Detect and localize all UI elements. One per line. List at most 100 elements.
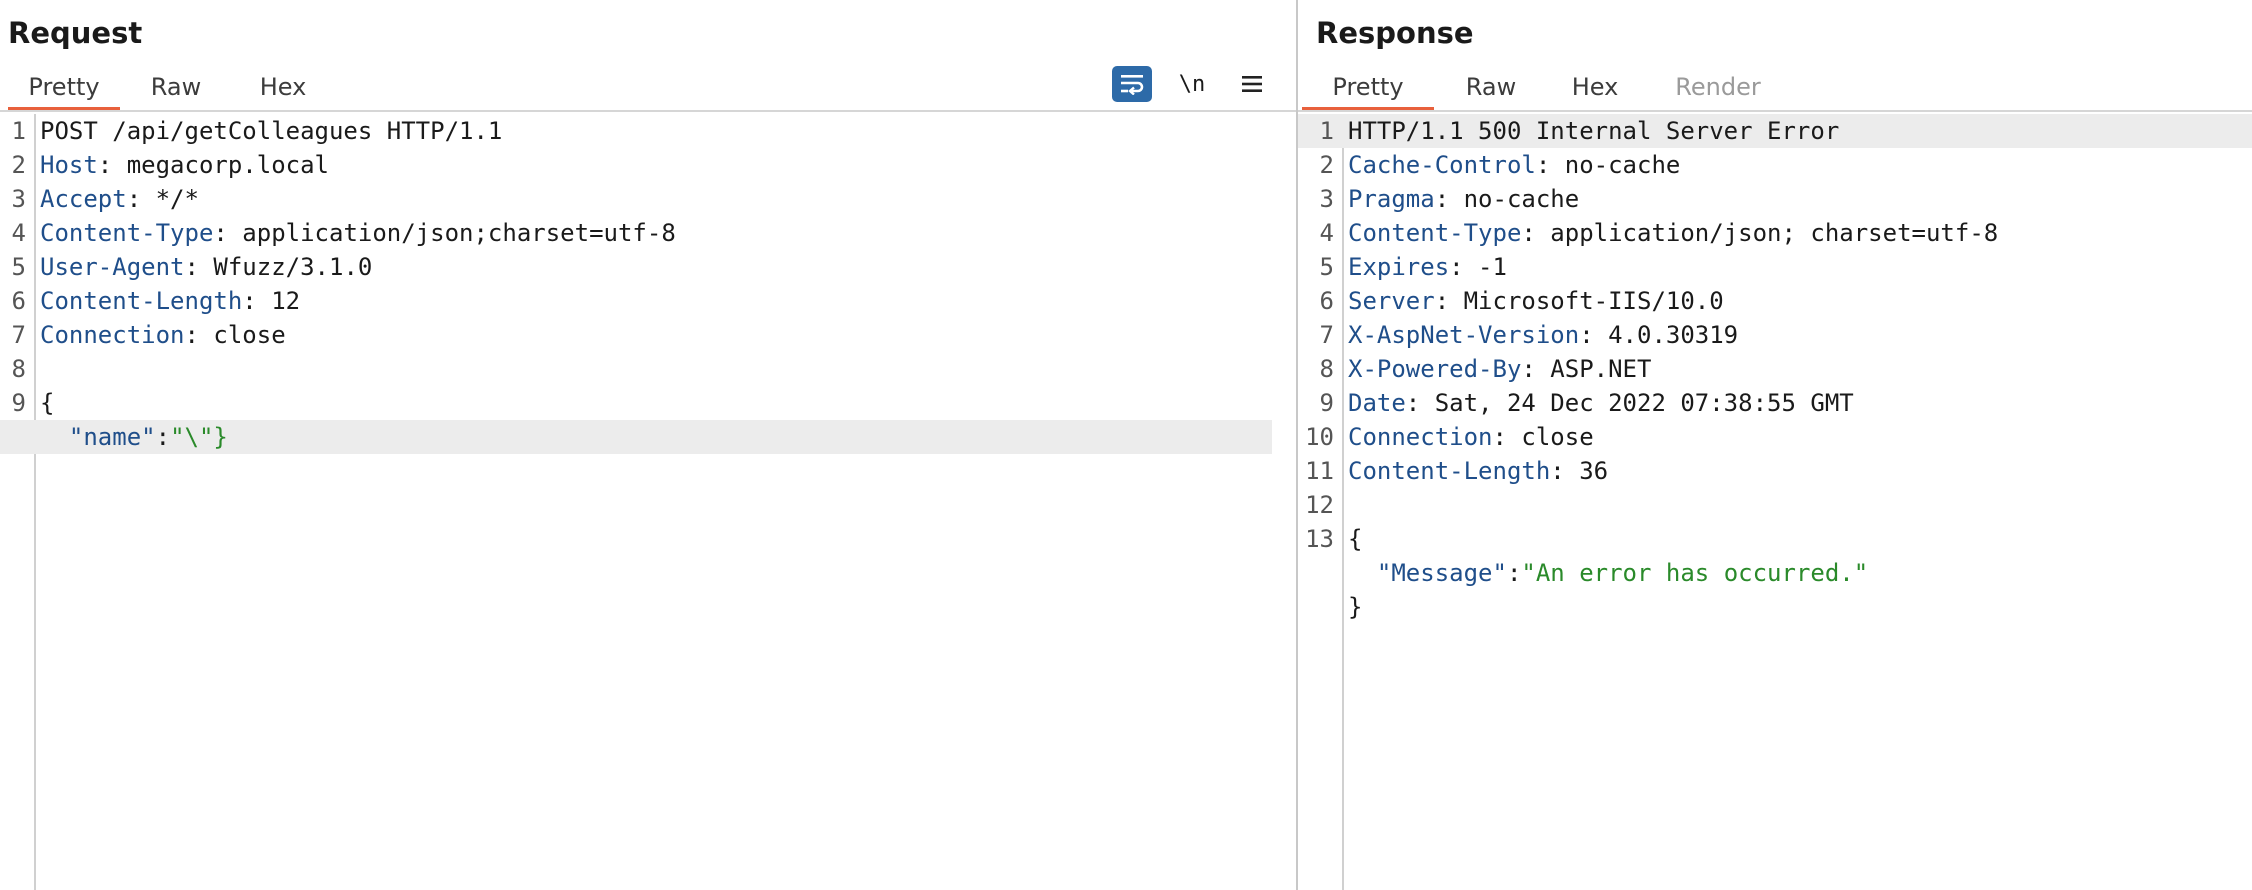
response-line: "Message":"An error has occurred.": [1298, 556, 2252, 590]
header-value: Sat, 24 Dec 2022 07:38:55 GMT: [1420, 389, 1854, 417]
request-line: 8: [0, 352, 1296, 386]
header-name: Accept: [40, 185, 127, 213]
line-number: 2: [11, 151, 26, 179]
response-line: 9 Date: Sat, 24 Dec 2022 07:38:55 GMT: [1298, 386, 2252, 420]
word-wrap-button[interactable]: [1112, 66, 1152, 102]
response-line: }: [1298, 590, 2252, 624]
line-number: 6: [1319, 287, 1334, 315]
response-line: 10 Connection: close: [1298, 420, 2252, 454]
header-name: X-Powered-By: [1348, 355, 1522, 383]
request-toolbar: \n: [1112, 64, 1272, 104]
header-name: User-Agent: [40, 253, 185, 281]
response-tabbar-underline: [1298, 110, 2252, 112]
line-number: 7: [11, 321, 26, 349]
header-value: no-cache: [1449, 185, 1580, 213]
response-line: 5 Expires: -1: [1298, 250, 2252, 284]
response-panel: Response Pretty Raw Hex Render 1 HTTP/1.…: [1298, 0, 2252, 890]
line-number: 4: [11, 219, 26, 247]
response-tab-pretty[interactable]: Pretty: [1302, 72, 1434, 112]
wrap-icon: [1121, 75, 1144, 95]
header-value: */*: [141, 185, 199, 213]
response-line: 6 Server: Microsoft-IIS/10.0: [1298, 284, 2252, 318]
header-value: Wfuzz/3.1.0: [198, 253, 373, 281]
json-key: "name": [68, 423, 156, 451]
line-number: 2: [1319, 151, 1334, 179]
line-number: 7: [1319, 321, 1334, 349]
response-line-text: HTTP/1.1 500 Internal Server Error: [1348, 117, 1840, 145]
header-value: Microsoft-IIS/10.0: [1449, 287, 1724, 315]
line-number: 1: [11, 117, 26, 145]
request-line: 5 User-Agent: Wfuzz/3.1.0: [0, 250, 1296, 284]
header-name: Server: [1348, 287, 1435, 315]
request-line: 4 Content-Type: application/json;charset…: [0, 216, 1296, 250]
request-line: 7 Connection: close: [0, 318, 1296, 352]
response-tab-raw[interactable]: Raw: [1458, 72, 1524, 110]
header-value: megacorp.local: [112, 151, 329, 179]
header-name: Content-Length: [1348, 457, 1551, 485]
request-line: 6 Content-Length: 12: [0, 284, 1296, 318]
request-title: Request: [8, 16, 143, 50]
header-name: X-AspNet-Version: [1348, 321, 1580, 349]
header-value: ASP.NET: [1535, 355, 1652, 383]
response-line: 11 Content-Length: 36: [1298, 454, 2252, 488]
header-value: 36: [1564, 457, 1609, 485]
request-tab-raw[interactable]: Raw: [138, 72, 214, 110]
line-number: 8: [11, 355, 26, 383]
request-line-current: "name":"\"}: [0, 420, 1272, 454]
header-name: Date: [1348, 389, 1406, 417]
request-line: 2 Host: megacorp.local: [0, 148, 1296, 182]
line-number: 12: [1305, 491, 1334, 519]
response-line: 7 X-AspNet-Version: 4.0.30319: [1298, 318, 2252, 352]
line-number: 4: [1319, 219, 1334, 247]
response-line: 2 Cache-Control: no-cache: [1298, 148, 2252, 182]
line-number: 10: [1305, 423, 1334, 451]
request-tab-pretty[interactable]: Pretty: [8, 72, 120, 112]
header-value: no-cache: [1550, 151, 1681, 179]
request-tab-hex[interactable]: Hex: [250, 72, 316, 110]
header-value: application/json; charset=utf-8: [1535, 219, 1999, 247]
request-editor[interactable]: 1 POST /api/getColleagues HTTP/1.1 2 Hos…: [0, 114, 1296, 890]
header-value: close: [198, 321, 286, 349]
response-line: 12: [1298, 488, 2252, 522]
menu-button[interactable]: [1232, 66, 1272, 102]
request-line-text: {: [40, 389, 55, 417]
line-number: 8: [1319, 355, 1334, 383]
response-title: Response: [1316, 16, 1474, 50]
header-value: application/json;charset=utf-8: [227, 219, 676, 247]
header-name: Content-Length: [40, 287, 243, 315]
header-name: Connection: [1348, 423, 1493, 451]
request-tabbar: Pretty Raw Hex: [0, 64, 1296, 112]
response-line: 13 {: [1298, 522, 2252, 556]
response-line: 4 Content-Type: application/json; charse…: [1298, 216, 2252, 250]
json-value: "\"}: [170, 423, 228, 451]
show-newlines-button[interactable]: \n: [1172, 66, 1212, 102]
line-number: 13: [1305, 525, 1334, 553]
response-tab-hex[interactable]: Hex: [1562, 72, 1628, 110]
response-line-text: {: [1348, 525, 1363, 553]
json-key: "Message": [1376, 559, 1507, 587]
line-number: 6: [11, 287, 26, 315]
header-name: Pragma: [1348, 185, 1435, 213]
header-name: Connection: [40, 321, 185, 349]
response-editor[interactable]: 1 HTTP/1.1 500 Internal Server Error 2 C…: [1298, 114, 2252, 890]
json-value: "An error has occurred.": [1521, 559, 1869, 587]
hamburger-icon: [1242, 76, 1262, 92]
line-number: 5: [11, 253, 26, 281]
header-value: 12: [256, 287, 301, 315]
response-tabbar: Pretty Raw Hex Render: [1298, 64, 2252, 112]
response-tab-render[interactable]: Render: [1668, 72, 1768, 110]
response-line-text: }: [1348, 593, 1363, 621]
request-tabbar-underline: [0, 110, 1296, 112]
line-number: 1: [1319, 117, 1334, 145]
json-separator: :: [1506, 559, 1522, 587]
request-line: 1 POST /api/getColleagues HTTP/1.1: [0, 114, 1296, 148]
header-value: -1: [1463, 253, 1507, 281]
line-number: 3: [1319, 185, 1334, 213]
line-number: 5: [1319, 253, 1334, 281]
request-line-text: POST /api/getColleagues HTTP/1.1: [40, 117, 503, 145]
header-name: Content-Type: [1348, 219, 1522, 247]
response-line-current: 1 HTTP/1.1 500 Internal Server Error: [1298, 114, 2252, 148]
request-panel: Request Pretty Raw Hex \n 1 POST /api/ge…: [0, 0, 1296, 890]
